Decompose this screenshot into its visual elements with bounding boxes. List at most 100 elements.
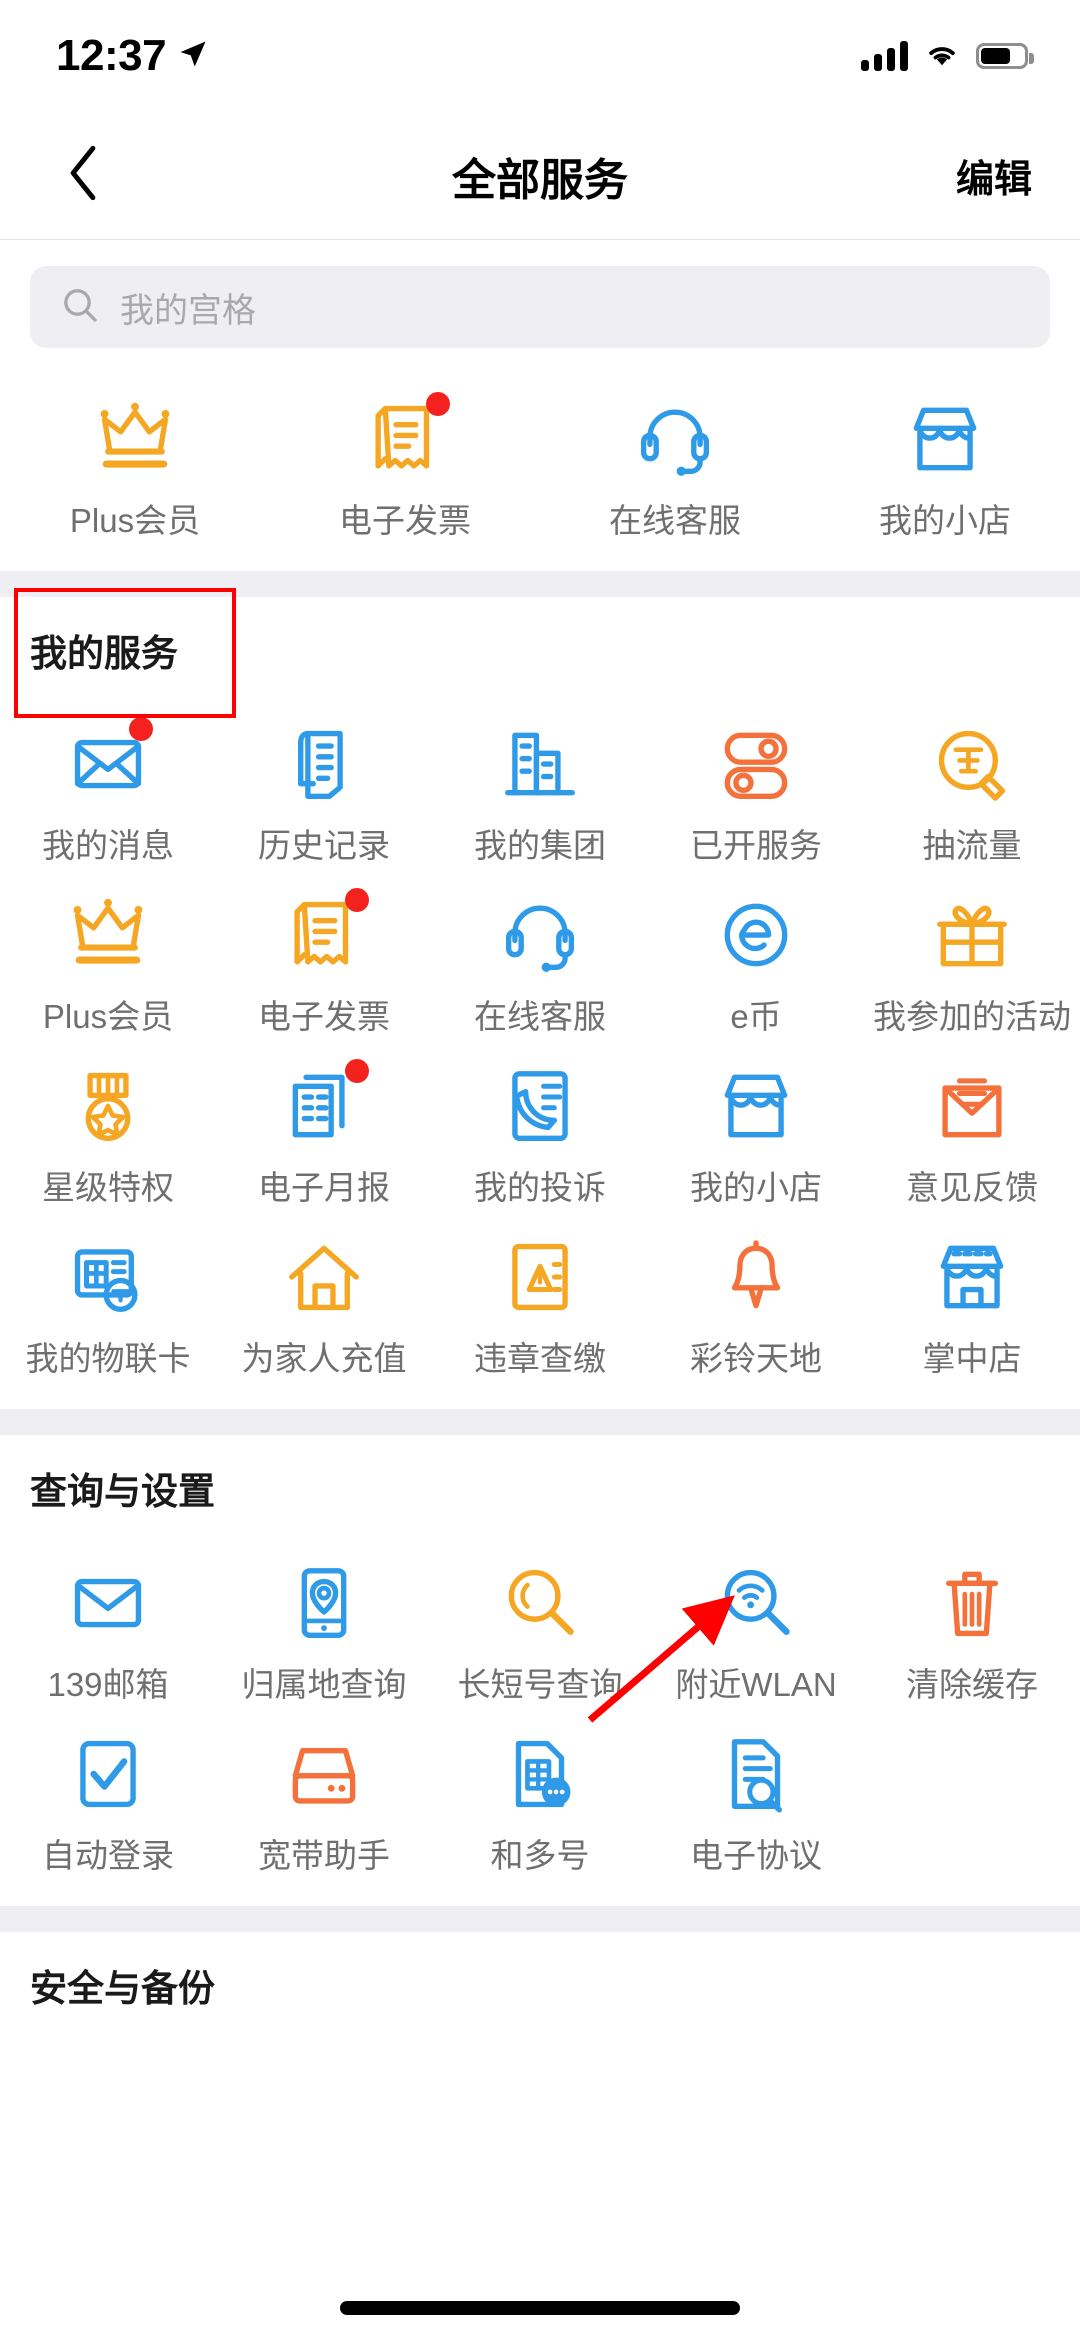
grid-item-label: 和多号: [490, 1836, 590, 1874]
grid-item-label: 星级特权: [42, 1169, 174, 1207]
grid-item-label: Plus会员: [69, 502, 201, 539]
search-container: 我的宫格: [0, 240, 1080, 370]
trash-icon: [929, 1560, 1015, 1646]
medal-icon: [65, 1063, 151, 1149]
envelope-icon: [65, 717, 153, 807]
grid-item[interactable]: 139邮箱: [0, 1538, 216, 1709]
phone-location-icon: [281, 1560, 367, 1646]
grid-item-label: 意见反馈: [906, 1169, 1038, 1207]
grid-item-label: 在线客服: [609, 502, 741, 539]
wifi-icon: [924, 40, 960, 73]
section-divider-2: [0, 1409, 1080, 1436]
location-arrow-icon: [178, 39, 208, 74]
lottery-seal-icon: [929, 721, 1015, 807]
gift-icon: [929, 892, 1015, 978]
grid-item[interactable]: 历史记录: [216, 699, 432, 870]
phone-complaint-icon: [497, 1063, 583, 1149]
iot-card-icon: [65, 1234, 151, 1320]
grid-item[interactable]: 我的物联卡: [0, 1212, 216, 1383]
edit-button[interactable]: 编辑: [956, 148, 1032, 203]
grid-item[interactable]: 彩铃天地: [648, 1212, 864, 1383]
quick-item[interactable]: 我的小店: [810, 374, 1080, 545]
grid-item-label: 在线客服: [474, 998, 606, 1036]
grid-item[interactable]: 我的小店: [648, 1041, 864, 1212]
section-title-my-services: 我的服务: [0, 597, 1080, 696]
grid-item[interactable]: 为家人充值: [216, 1212, 432, 1383]
navigation-bar: 全部服务 编辑: [0, 112, 1080, 240]
cellular-signal-icon: [861, 41, 908, 71]
checkbox-icon: [65, 1731, 151, 1817]
monthly-report-icon: [281, 1059, 369, 1149]
grid-item-label: 已开服务: [690, 827, 822, 865]
grid-item[interactable]: 归属地查询: [216, 1538, 432, 1709]
shop-icon: [713, 1063, 799, 1149]
grid-item[interactable]: 我的集团: [432, 699, 648, 870]
search-input[interactable]: 我的宫格: [30, 266, 1050, 348]
status-bar-left: 12:37: [56, 31, 208, 81]
page-title: 全部服务: [452, 155, 628, 205]
grid-item-label: 我参加的活动: [873, 998, 1071, 1036]
violation-doc-icon: [497, 1234, 583, 1320]
multi-sim-icon: [497, 1731, 583, 1817]
grid-item-label: 附近WLAN: [675, 1665, 837, 1703]
grid-item-label: 我的小店: [879, 502, 1011, 539]
unread-badge-dot: [426, 392, 450, 416]
grid-item-label: 长短号查询: [457, 1665, 623, 1703]
grid-item-label: 掌中店: [922, 1340, 1022, 1378]
grid-item[interactable]: 电子月报: [216, 1041, 432, 1212]
grid-item[interactable]: 我参加的活动: [864, 870, 1080, 1041]
grid-item[interactable]: 电子发票: [216, 870, 432, 1041]
grid-item[interactable]: 我的消息: [0, 699, 216, 870]
back-button[interactable]: [48, 141, 118, 211]
e-coin-icon: [713, 892, 799, 978]
grid-item-label: 电子月报: [258, 1169, 390, 1207]
status-bar-right: [861, 40, 1034, 73]
search-icon: [60, 285, 100, 330]
store-front-icon: [929, 1234, 1015, 1320]
grid-item-label: 我的投诉: [474, 1169, 606, 1207]
grid-item-label: 抽流量: [922, 827, 1022, 865]
grid-item[interactable]: 违章查缴: [432, 1212, 648, 1383]
grid-item[interactable]: e币: [648, 870, 864, 1041]
grid-item[interactable]: 星级特权: [0, 1041, 216, 1212]
grid-item[interactable]: 附近WLAN: [648, 1538, 864, 1709]
section-divider-3: [0, 1905, 1080, 1932]
battery-icon: [976, 43, 1034, 69]
grid-item[interactable]: 自动登录: [0, 1709, 216, 1880]
grid-item[interactable]: 已开服务: [648, 699, 864, 870]
router-icon: [281, 1731, 367, 1817]
bell-icon: [713, 1234, 799, 1320]
grid-item[interactable]: 长短号查询: [432, 1538, 648, 1709]
quick-access-grid: Plus会员 电子发票 在线客服 我的小店: [0, 370, 1080, 571]
grid-item-label: 139邮箱: [47, 1665, 169, 1703]
quick-item[interactable]: 电子发票: [270, 374, 540, 545]
quick-item[interactable]: 在线客服: [540, 374, 810, 545]
grid-item-label: 我的集团: [474, 827, 606, 865]
scroll-icon: [281, 721, 367, 807]
grid-item[interactable]: 清除缓存: [864, 1538, 1080, 1709]
feedback-envelope-icon: [929, 1063, 1015, 1149]
my-services-grid: 我的消息 历史记录 我的集团 已开服务 抽流量 Plus会员 电子发票 在线客服…: [0, 695, 1080, 1410]
grid-item[interactable]: 意见反馈: [864, 1041, 1080, 1212]
grid-item[interactable]: 掌中店: [864, 1212, 1080, 1383]
quick-item[interactable]: Plus会员: [0, 374, 270, 545]
headset-icon: [497, 892, 583, 978]
grid-item[interactable]: 我的投诉: [432, 1041, 648, 1212]
home-recharge-icon: [281, 1234, 367, 1320]
query-settings-grid: 139邮箱 归属地查询 长短号查询 附近WLAN 清除缓存 自动登录 宽带助手 …: [0, 1533, 1080, 1906]
grid-item-label: Plus会员: [42, 998, 174, 1036]
grid-item[interactable]: 宽带助手: [216, 1709, 432, 1880]
grid-item-label: 电子发票: [258, 998, 390, 1036]
grid-item[interactable]: 和多号: [432, 1709, 648, 1880]
status-time: 12:37: [56, 31, 167, 80]
grid-item[interactable]: 在线客服: [432, 870, 648, 1041]
crown-icon: [92, 396, 178, 482]
grid-item[interactable]: 电子协议: [648, 1709, 864, 1880]
grid-item-label: 宽带助手: [258, 1836, 390, 1874]
grid-item[interactable]: Plus会员: [0, 870, 216, 1041]
status-bar: 12:37: [0, 0, 1080, 112]
headset-icon: [632, 396, 718, 482]
grid-item[interactable]: 抽流量: [864, 699, 1080, 870]
section-title-security-backup: 安全与备份: [0, 1931, 1080, 2030]
grid-item-label: 电子协议: [690, 1836, 822, 1874]
